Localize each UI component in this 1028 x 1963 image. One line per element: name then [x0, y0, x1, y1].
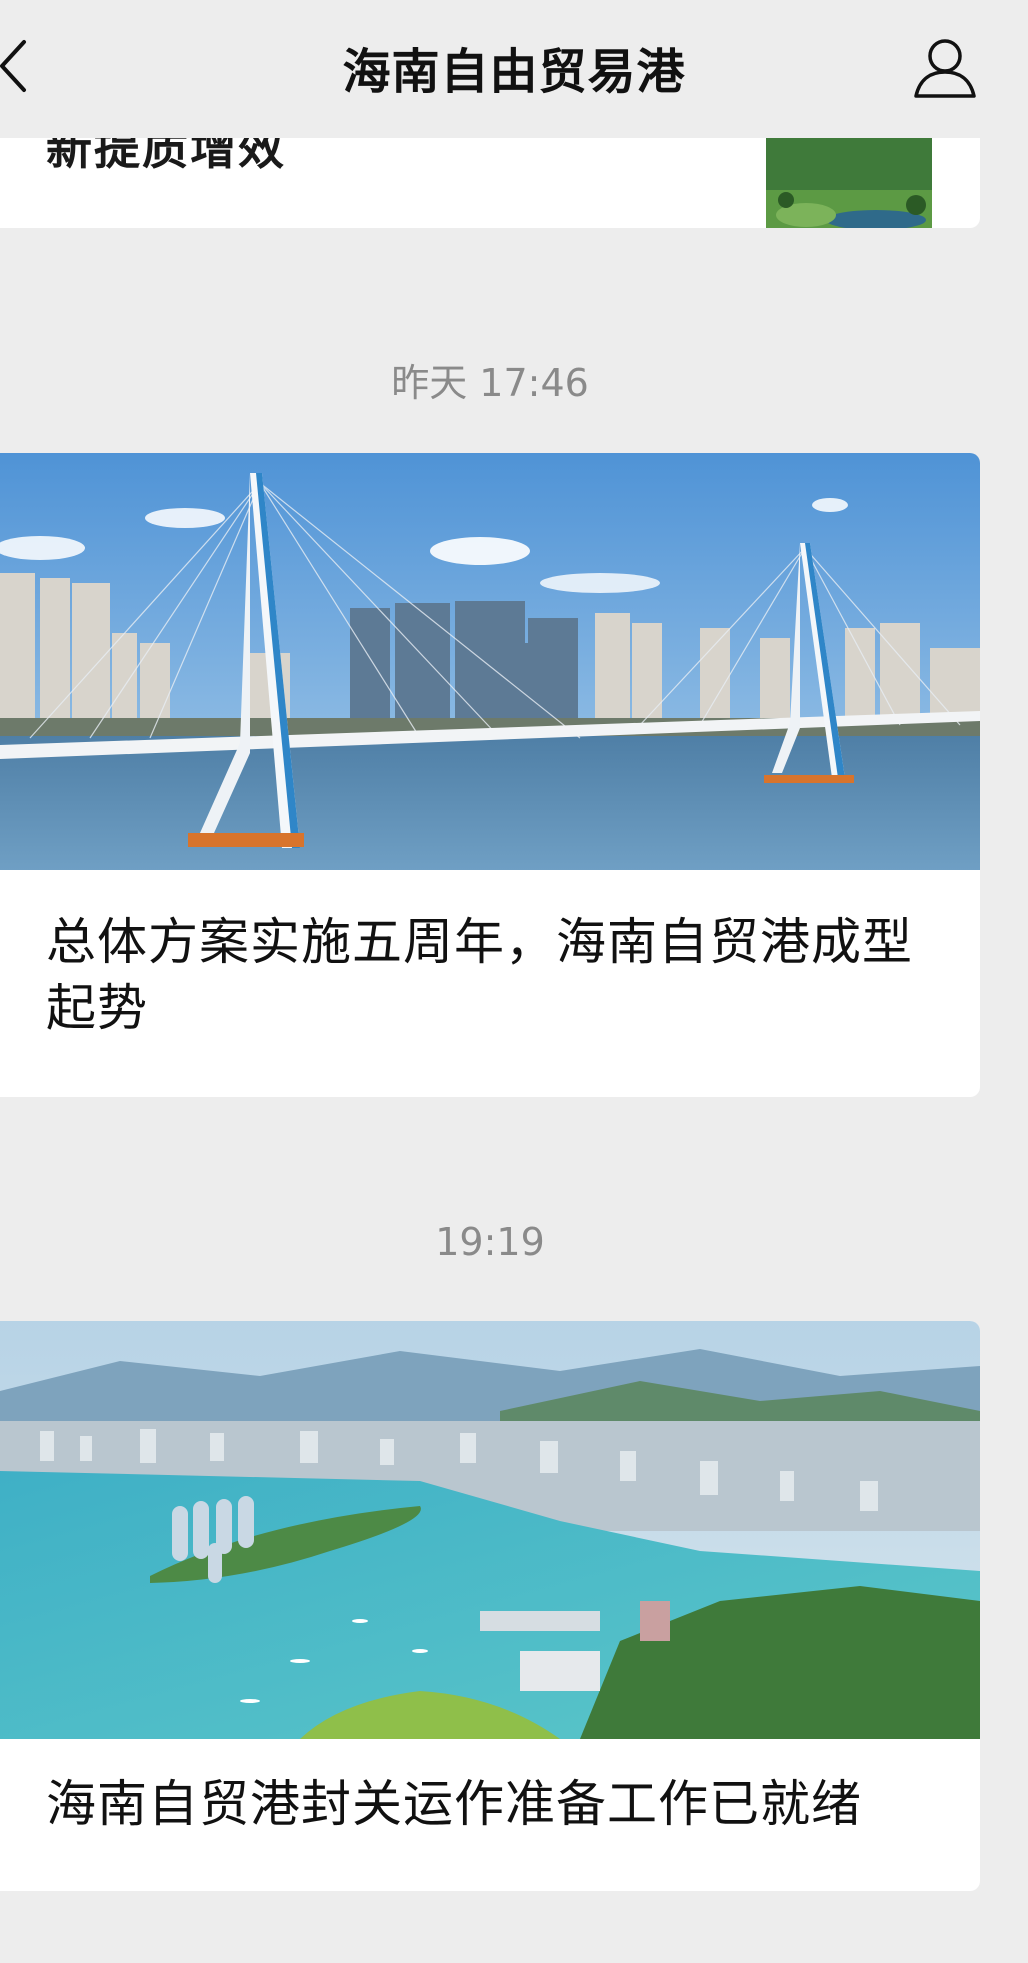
article-cover-image	[0, 453, 980, 870]
article-cover-image	[0, 1321, 980, 1739]
article-title: 海南自贸港封关运作准备工作已就绪	[46, 1775, 862, 1833]
article-title: 总体方案实施五周年，海南自贸港成型起势	[46, 913, 913, 1037]
article-card[interactable]: 总体方案实施五周年，海南自贸港成型起势	[0, 453, 980, 1097]
profile-button[interactable]	[912, 34, 978, 100]
message-timestamp: 昨天 17:46	[391, 361, 589, 405]
page-title: 海南自由贸易港	[342, 44, 686, 100]
message-timestamp: 19:19	[435, 1220, 545, 1264]
person-icon	[914, 39, 976, 98]
article-card[interactable]: 海南自贸港封关运作准备工作已就绪	[0, 1321, 980, 1891]
top-nav-bar: 海南自由贸易港	[0, 0, 1028, 138]
